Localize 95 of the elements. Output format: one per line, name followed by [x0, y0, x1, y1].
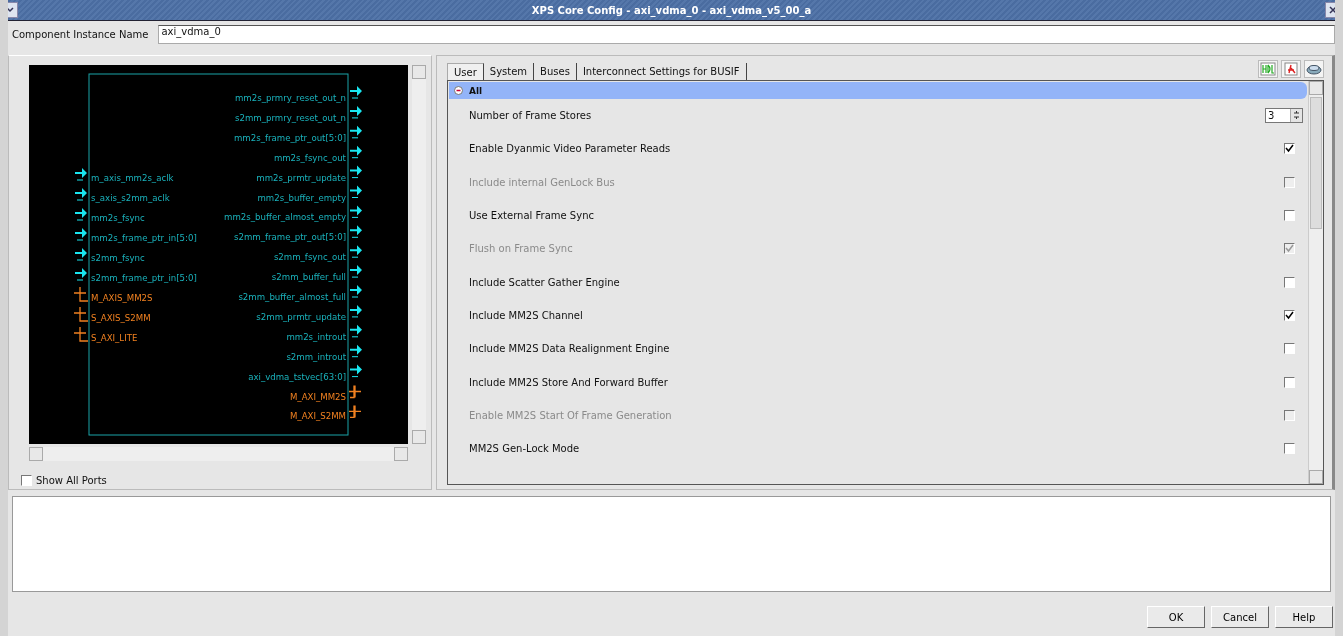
- port-label: mm2s_frame_ptr_in[5:0]: [91, 233, 197, 243]
- tab[interactable]: System: [483, 63, 535, 80]
- port-label: s2mm_buffer_almost_full: [238, 292, 346, 302]
- arrow-icon: [350, 165, 362, 179]
- port-label: s2mm_prmtr_update: [256, 311, 346, 322]
- arrow-icon: [75, 268, 87, 281]
- arrow-icon: [350, 265, 362, 278]
- arrow-icon: [350, 86, 362, 99]
- arrow-icon: [75, 168, 87, 181]
- port-label: mm2s_prmry_reset_out_n: [235, 93, 346, 103]
- dialog-button[interactable]: Cancel: [1211, 606, 1269, 628]
- port-label: S_AXIS_S2MM: [91, 313, 151, 323]
- group-header[interactable]: All: [449, 82, 1307, 99]
- scroll-bar[interactable]: [29, 447, 408, 461]
- spinner-field[interactable]: 3: [1265, 108, 1303, 124]
- port-label: s2mm_frame_ptr_in[5:0]: [91, 273, 197, 283]
- close-icon: [1329, 6, 1335, 14]
- port-label: M_AXI_S2MM: [289, 411, 346, 422]
- parameter-label: Include internal GenLock Bus: [469, 176, 615, 188]
- spinner-arrows-icon[interactable]: [1290, 109, 1302, 123]
- dialog-button[interactable]: Help: [1275, 606, 1333, 628]
- caret-icon: [8, 7, 14, 13]
- port-label: s2mm_introut: [286, 351, 346, 362]
- document-icon[interactable]: [1281, 60, 1301, 78]
- port-label: mm2s_frame_ptr_out[5:0]: [233, 132, 346, 143]
- spinner-value: 3: [1268, 110, 1275, 122]
- checkbox[interactable]: [1284, 276, 1295, 288]
- port-label: s2mm_fsync_out: [273, 252, 346, 263]
- parameter-label: MM2S Gen-Lock Mode: [469, 443, 580, 455]
- arrow-icon: [350, 344, 362, 358]
- parameter-label: Include Scatter Gather Engine: [469, 276, 620, 288]
- instance-name-field[interactable]: axi_vdma_0: [158, 24, 1335, 44]
- port-label: mm2s_buffer_almost_empty: [224, 212, 346, 223]
- arrow-icon: [75, 208, 87, 221]
- port-label: s2mm_buffer_full: [271, 272, 346, 283]
- checkbox[interactable]: [1284, 309, 1295, 321]
- parameter-label: Enable MM2S Start Of Frame Generation: [469, 409, 672, 421]
- arrow-icon: [350, 285, 362, 298]
- plus-icon: [73, 286, 89, 302]
- plus-icon: [348, 384, 362, 399]
- port-label: mm2s_buffer_empty: [257, 192, 346, 203]
- port-label: mm2s_fsync_out: [273, 152, 346, 163]
- collapse-icon[interactable]: [454, 86, 463, 95]
- tab[interactable]: User: [447, 63, 484, 80]
- plus-icon: [73, 326, 89, 342]
- parameter-label: Flush on Frame Sync: [469, 243, 573, 255]
- plus-icon: [348, 404, 362, 419]
- field-label: Component Instance Name: [12, 28, 149, 40]
- port-label: axi_vdma_tstvec[63:0]: [248, 371, 346, 382]
- arrow-icon: [350, 364, 362, 378]
- checkbox-label: Show All Ports: [36, 475, 107, 486]
- arrow-icon: [350, 245, 362, 258]
- arrow-icon: [350, 324, 362, 338]
- arrow-icon: [75, 248, 87, 261]
- window-title: XPS Core Config - axi_vdma_0 - axi_vdma_v5_00_a: [531, 4, 812, 16]
- tab[interactable]: Buses: [534, 63, 577, 80]
- port-label: s2mm_fsync: [91, 253, 145, 263]
- checkbox[interactable]: [1284, 343, 1295, 355]
- tab[interactable]: Interconnect Settings for BUSIF: [576, 63, 747, 80]
- group-label: All: [469, 85, 483, 96]
- plus-icon: [73, 306, 89, 322]
- port-label: S_AXI_LITE: [91, 333, 138, 343]
- scroll-bar[interactable]: [1308, 81, 1323, 484]
- parameter-label: Enable Dyanmic Video Parameter Reads: [469, 143, 671, 155]
- arrow-icon: [350, 304, 362, 318]
- parameter-label: Use External Frame Sync: [469, 210, 594, 222]
- arrow-icon: [75, 188, 87, 201]
- scroll-bar[interactable]: [412, 65, 426, 444]
- port-label: mm2s_fsync: [91, 213, 145, 223]
- parameter-label: Include MM2S Store And Forward Buffer: [469, 376, 668, 388]
- arrow-icon: [75, 228, 87, 241]
- port-label: m_axis_mm2s_aclk: [91, 173, 174, 183]
- arrow-icon: [350, 225, 362, 238]
- parameter-label: Include MM2S Channel: [469, 309, 583, 321]
- parameter-label: Number of Frame Stores: [469, 110, 592, 122]
- port-label: M_AXI_MM2S: [289, 391, 346, 402]
- checkbox[interactable]: [21, 475, 32, 486]
- hdl-icon[interactable]: [1258, 60, 1278, 78]
- arrow-icon: [350, 105, 362, 119]
- arrow-icon: [350, 185, 362, 198]
- port-label: s_axis_s2mm_aclk: [91, 193, 170, 203]
- arrow-icon: [350, 125, 362, 139]
- checkbox[interactable]: [1284, 443, 1295, 455]
- arrow-icon: [350, 205, 362, 218]
- arrow-icon: [350, 145, 362, 159]
- port-label: mm2s_prmtr_update: [256, 172, 346, 183]
- checkbox[interactable]: [1284, 376, 1295, 388]
- parameter-label: Include MM2S Data Realignment Engine: [469, 343, 670, 355]
- port-label: M_AXIS_MM2S: [91, 293, 153, 303]
- port-label: s2mm_prmry_reset_out_n: [235, 112, 346, 123]
- port-label: s2mm_frame_ptr_out[5:0]: [233, 232, 346, 243]
- checkbox[interactable]: [1284, 143, 1295, 155]
- port-label: mm2s_introut: [286, 331, 346, 342]
- checkbox[interactable]: [1284, 210, 1295, 222]
- dialog-button[interactable]: OK: [1147, 606, 1205, 628]
